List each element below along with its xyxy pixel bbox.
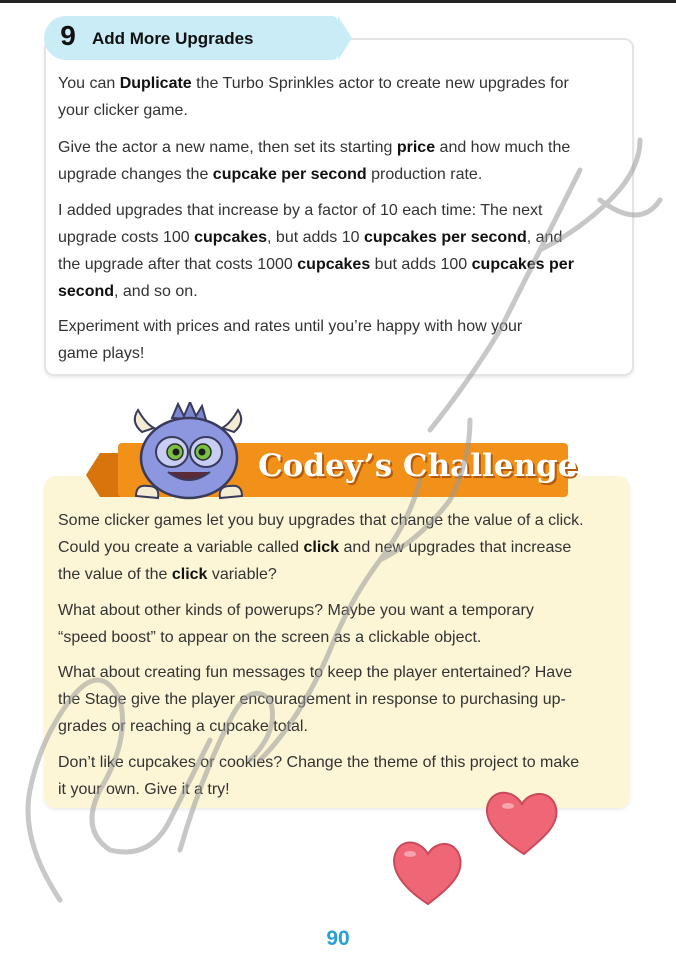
text-line: You can Duplicate the Turbo Sprinkles ac… — [58, 70, 618, 97]
text-line: the Stage give the player encouragement … — [58, 686, 624, 713]
book-page: 9 Add More Upgrades You can Duplicate th… — [0, 0, 676, 960]
hearts-icon — [393, 791, 558, 906]
text-line: grades or reaching a cupcake total. — [58, 713, 624, 740]
text-line: Some clicker games let you buy upgrades … — [58, 507, 624, 534]
text-run: the Stage give the player encouragement … — [58, 691, 566, 708]
text-run: upgrade costs 100 — [58, 229, 195, 246]
bold-term: Duplicate — [119, 75, 192, 92]
text-line: your clicker game. — [58, 97, 618, 124]
bold-term: second — [58, 283, 115, 300]
text-run: game plays! — [58, 345, 145, 362]
text-line: I added upgrades that increase by a fact… — [58, 197, 618, 224]
step-title: Add More Upgrades — [92, 29, 254, 48]
step-paragraph: I added upgrades that increase by a fact… — [58, 197, 618, 305]
text-line: the value of the click variable? — [58, 561, 624, 588]
text-run: it your own. Give it a try! — [58, 781, 230, 798]
challenge-paragraph: What about other kinds of powerups? Mayb… — [58, 597, 624, 651]
text-run: grades or reaching a cupcake total. — [58, 718, 308, 735]
text-run: the value of the — [58, 566, 172, 583]
text-run: What about creating fun messages to keep… — [58, 664, 573, 681]
text-run: , and — [526, 229, 563, 246]
codey-monster-icon — [133, 402, 244, 500]
text-run: “speed boost” to appear on the screen as… — [58, 629, 482, 646]
challenge-title: Codey’s Challenge — [258, 448, 578, 484]
text-line: “speed boost” to appear on the screen as… — [58, 624, 624, 651]
step-paragraph: Give the actor a new name, then set its … — [58, 134, 618, 188]
step-paragraph: You can Duplicate the Turbo Sprinkles ac… — [58, 70, 618, 124]
bold-term: price — [396, 139, 436, 156]
text-line: Give the actor a new name, then set its … — [58, 134, 618, 161]
text-run: I added upgrades that increase by a fact… — [58, 202, 543, 219]
bold-term: cupcakes per second — [364, 229, 527, 246]
step-number: 9 — [60, 20, 76, 51]
text-run: the Turbo Sprinkles actor to create new … — [191, 75, 569, 92]
bold-term: click — [303, 539, 340, 556]
step-paragraph: Experiment with prices and rates until y… — [58, 313, 618, 367]
text-run: Give the actor a new name, then set its … — [58, 139, 397, 156]
challenge-paragraph: Some clicker games let you buy upgrades … — [58, 507, 624, 588]
bold-term: cupcakes — [297, 256, 371, 273]
text-run: upgrade changes the — [58, 166, 213, 183]
text-line: What about creating fun messages to keep… — [58, 659, 624, 686]
text-run: What about other kinds of powerups? Mayb… — [58, 602, 534, 619]
bold-term: click — [171, 566, 208, 583]
text-line: the upgrade after that costs 1000 cupcak… — [58, 251, 618, 278]
text-run: production rate. — [366, 166, 483, 183]
text-run: and how much the — [435, 139, 571, 156]
bold-term: cupcake per second — [212, 166, 367, 183]
text-run: Don’t like cupcakes or cookies? Change t… — [58, 754, 580, 771]
text-line: Could you create a variable called click… — [58, 534, 624, 561]
text-run: You can — [58, 75, 120, 92]
text-run: the upgrade after that costs 1000 — [58, 256, 298, 273]
top-border — [0, 0, 676, 3]
text-run: , and so on. — [114, 283, 198, 300]
text-run: but adds 100 — [370, 256, 472, 273]
text-run: your clicker game. — [58, 102, 188, 119]
text-line: game plays! — [58, 340, 618, 367]
text-line: Don’t like cupcakes or cookies? Change t… — [58, 749, 624, 776]
challenge-paragraph: What about creating fun messages to keep… — [58, 659, 624, 740]
page-number: 90 — [326, 927, 350, 950]
text-line: upgrade costs 100 cupcakes, but adds 10 … — [58, 224, 618, 251]
text-run: variable? — [207, 566, 277, 583]
text-run: , but adds 10 — [267, 229, 364, 246]
text-line: second, and so on. — [58, 278, 618, 305]
text-run: and new upgrades that increase — [339, 539, 572, 556]
text-run: Experiment with prices and rates until y… — [58, 318, 523, 335]
bold-term: cupcakes per — [471, 256, 574, 273]
text-run: Could you create a variable called — [58, 539, 304, 556]
text-line: upgrade changes the cupcake per second p… — [58, 161, 618, 188]
text-line: What about other kinds of powerups? Mayb… — [58, 597, 624, 624]
bold-term: cupcakes — [194, 229, 268, 246]
text-run: Some clicker games let you buy upgrades … — [58, 512, 584, 529]
text-line: Experiment with prices and rates until y… — [58, 313, 618, 340]
